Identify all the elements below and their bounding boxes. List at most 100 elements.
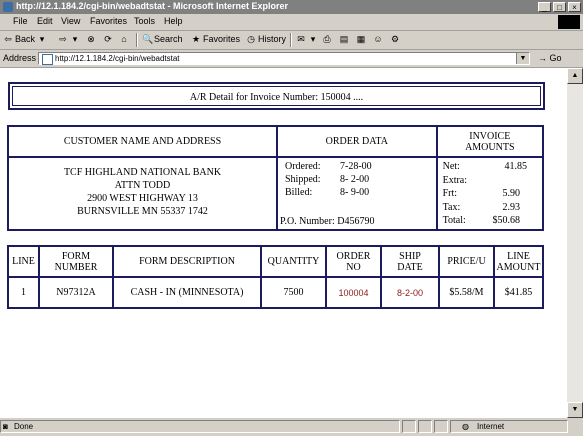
back-button[interactable]: ⇦ Back ▾ [3, 34, 47, 44]
invoice-header: INVOICE AMOUNTS [435, 125, 545, 158]
billed-label: Billed: [285, 187, 313, 198]
close-button[interactable]: × [568, 2, 581, 12]
refresh-button[interactable]: ⟳ [103, 34, 113, 44]
search-button[interactable]: 🔍 Search [142, 34, 183, 44]
address-url: http://12.1.184.2/cgi-bin/webadtstat [55, 54, 180, 63]
stop-icon: ⊗ [87, 34, 95, 44]
line-amount-header-line1: LINE [507, 250, 530, 262]
history-button[interactable]: ◷ History [246, 34, 286, 44]
page-status-icon: ◙ [3, 422, 8, 431]
invoice-header-line2: AMOUNTS [465, 141, 515, 153]
edit-button[interactable]: ▤ [339, 34, 349, 44]
menu-bar: File Edit View Favorites Tools Help [0, 14, 583, 31]
menu-help[interactable]: Help [164, 16, 183, 26]
cell-ship-date: 8-2-00 [380, 276, 440, 309]
favorites-icon: ★ [191, 34, 201, 44]
col-price-header: PRICE/U [438, 245, 495, 278]
vertical-scrollbar[interactable]: ▲ ▼ [567, 68, 583, 418]
go-button[interactable]: → Go [538, 53, 562, 63]
total-value: $50.68 [492, 215, 521, 226]
search-label: Search [154, 34, 183, 44]
address-dropdown-button[interactable]: ▼ [516, 53, 529, 64]
table-row: 1 N97312A CASH - IN (MINNESOTA) 7500 100… [7, 276, 544, 309]
order-header: ORDER DATA [276, 125, 438, 158]
col-ship-date-header: SHIP DATE [380, 245, 440, 278]
summary-table: CUSTOMER NAME AND ADDRESS ORDER DATA INV… [7, 125, 545, 231]
maximize-button[interactable]: □ [553, 2, 566, 12]
po-label: P.O. Number: [280, 216, 335, 227]
cell-line: 1 [7, 276, 40, 309]
ship-date-header-line2: DATE [397, 261, 423, 273]
page-icon [42, 54, 53, 65]
scroll-up-button[interactable]: ▲ [567, 68, 583, 84]
home-icon: ⌂ [121, 34, 127, 44]
related-button[interactable]: ⚙ [390, 34, 400, 44]
frt-label: Frt: [442, 188, 458, 199]
customer-street: 2900 WEST HIGHWAY 13 [87, 193, 198, 204]
menu-favorites[interactable]: Favorites [90, 16, 127, 26]
page-content: A/R Detail for Invoice Number: 150004 ..… [0, 68, 567, 418]
forward-arrow-icon: ⇨ [59, 34, 67, 44]
total-label: Total: [442, 215, 466, 226]
address-label: Address [3, 53, 37, 63]
net-value: 41.85 [504, 161, 528, 172]
cell-form-description: CASH - IN (MINNESOTA) [112, 276, 262, 309]
history-icon: ◷ [247, 34, 255, 44]
refresh-icon: ⟳ [104, 34, 112, 44]
tax-label: Tax: [442, 201, 461, 213]
cell-quantity: 7500 [260, 276, 327, 309]
menu-view[interactable]: View [61, 16, 80, 26]
messenger-icon: ☺ [373, 34, 383, 44]
chevron-down-icon: ▾ [39, 34, 45, 44]
stop-button[interactable]: ⊗ [86, 34, 96, 44]
window-title-bar[interactable]: http://12.1.184.2/cgi-bin/webadtstat - M… [0, 0, 583, 14]
customer-address: TCF HIGHLAND NATIONAL BANK ATTN TODD 290… [7, 156, 278, 231]
shipped-label: Shipped: [285, 174, 321, 185]
scroll-down-button[interactable]: ▼ [567, 402, 583, 418]
frt-value: 5.90 [502, 188, 521, 199]
forward-button[interactable]: ⇨ ▾ [58, 34, 80, 44]
col-line-header: LINE [7, 245, 40, 278]
net-label: Net: [442, 161, 460, 172]
mail-icon: ✉ [297, 34, 305, 44]
ie-icon [3, 2, 13, 12]
minimize-button[interactable]: _ [538, 2, 551, 12]
chevron-down-icon: ▾ [310, 34, 316, 44]
cell-order-no: 100004 [325, 276, 382, 309]
menu-file[interactable]: File [13, 16, 28, 26]
col-line-amount-header: LINE AMOUNT [493, 245, 544, 278]
mail-button[interactable]: ✉ ▾ [296, 34, 318, 44]
ordered-label: Ordered: [285, 161, 321, 172]
address-bar: Address http://12.1.184.2/cgi-bin/webadt… [0, 50, 583, 68]
line-amount-header-line2: AMOUNT [496, 261, 541, 273]
search-icon: 🔍 [142, 34, 154, 44]
customer-attn: ATTN TODD [114, 180, 171, 191]
address-input[interactable]: http://12.1.184.2/cgi-bin/webadtstat ▼ [38, 52, 530, 65]
chevron-down-icon: ▾ [72, 34, 78, 44]
invoice-header-line1: INVOICE [469, 130, 511, 142]
cell-line-amount: $41.85 [493, 276, 544, 309]
billed-value: 8- 9-00 [340, 187, 370, 198]
discuss-button[interactable]: ▦ [356, 34, 366, 44]
related-icon: ⚙ [390, 34, 400, 44]
print-icon: ⎙ [323, 34, 331, 44]
line-items-table: LINE FORM NUMBER FORM DESCRIPTION QUANTI… [7, 245, 544, 309]
menu-tools[interactable]: Tools [134, 16, 155, 26]
messenger-button[interactable]: ☺ [373, 34, 383, 44]
order-data: Ordered: 7-28-00 Shipped: 8- 2-00 Billed: 8… [276, 156, 438, 231]
invoice-header-title: A/R Detail for Invoice Number: 150004 ..… [189, 92, 364, 103]
favorites-button[interactable]: ★ Favorites [191, 34, 240, 44]
cell-form-number: N97312A [38, 276, 114, 309]
order-no-header-line1: ORDER [336, 250, 371, 262]
col-form-description-header: FORM DESCRIPTION [112, 245, 262, 278]
col-quantity-header: QUANTITY [260, 245, 327, 278]
customer-name: TCF HIGHLAND NATIONAL BANK [63, 167, 222, 178]
windows-logo-icon [558, 15, 580, 29]
print-button[interactable]: ⎙ [322, 34, 332, 44]
menu-edit[interactable]: Edit [37, 16, 53, 26]
history-label: History [258, 34, 287, 44]
ordered-value: 7-28-00 [340, 161, 372, 172]
go-label: Go [549, 53, 562, 63]
form-number-header-line1: FORM [61, 250, 91, 262]
home-button[interactable]: ⌂ [119, 34, 129, 44]
